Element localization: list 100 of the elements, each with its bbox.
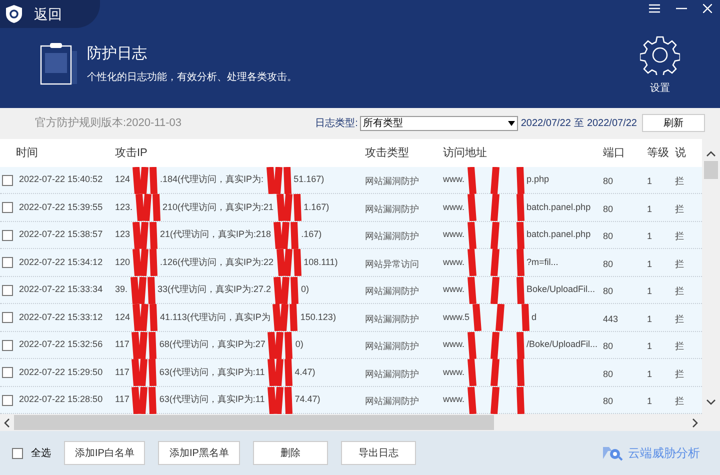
column-header[interactable]: 说 <box>675 146 686 159</box>
checkbox[interactable] <box>2 312 13 324</box>
table-cell-text: batch.panel.php <box>526 200 591 214</box>
table-row[interactable]: 2022-07-22 15:33:12 124 41.113(代理访问，真实IP为 150.123) 网站漏洞防护 www.5 d 443 1 拦 <box>0 304 702 332</box>
cloud-search-icon <box>601 445 623 462</box>
table-cell-text: Boke/UploadFil... <box>526 283 596 296</box>
redaction-scribble <box>272 304 298 332</box>
table-cell-text: www. <box>443 366 465 379</box>
back-tab[interactable]: 返回 <box>0 0 100 28</box>
column-header[interactable]: 时间 <box>16 146 38 159</box>
table-cell: 网站漏洞防护 <box>365 396 419 406</box>
redaction-scribble <box>131 332 158 359</box>
table-cell: 443 <box>603 314 618 324</box>
redaction-scribble <box>131 386 158 414</box>
table-cell-text: www. <box>443 393 465 406</box>
table-cell-text: batch.panel.php <box>526 228 591 242</box>
table-row[interactable]: 2022-07-22 15:32:56 117 68(代理访问，真实IP为:27 0) 网站漏洞防护 www. /Boke/UploadFil... 80 1 拦 <box>0 332 702 360</box>
table-cell: 1 <box>647 204 652 214</box>
table-cell-text: www. <box>443 283 465 296</box>
menu-icon[interactable] <box>649 4 660 13</box>
log-type-dropdown[interactable]: 所有类型 <box>360 116 518 131</box>
table-cell: 80 <box>603 258 614 269</box>
column-header[interactable]: 访问地址 <box>443 146 487 159</box>
table-cell: 1 <box>647 231 652 242</box>
table-cell: 1 <box>647 341 652 352</box>
clipboard-icon <box>40 43 80 85</box>
table-cell-text: 124 <box>115 310 130 324</box>
redaction-scribble <box>466 249 525 276</box>
checkbox[interactable] <box>2 367 13 378</box>
table-cell-text: d <box>532 310 537 324</box>
table-cell-text: 2022-07-22 15:40:52 <box>19 173 103 186</box>
table-cell: 1 <box>647 314 652 324</box>
table-cell: 网站漏洞防护 <box>365 286 419 296</box>
table-cell: 1 <box>647 176 652 186</box>
redaction-scribble <box>276 249 302 276</box>
action-button[interactable]: 导出日志 <box>340 441 416 466</box>
table-row[interactable]: 2022-07-22 15:38:57 123 21(代理访问，真实IP为:218 .167) 网站漏洞防护 www. batch.panel.php 80 1 拦 <box>0 222 702 250</box>
table-cell-text: 2022-07-22 15:33:12 <box>19 310 103 324</box>
table-cell-text: 123 <box>115 228 130 242</box>
table-row[interactable]: 2022-07-22 15:29:50 117 63(代理访问，真实IP为:11 4.47) 网站漏洞防护 www. 80 1 拦 <box>0 359 702 387</box>
table-cell-text: .126(代理访问，真实IP为:22 <box>160 256 274 269</box>
action-button[interactable]: 删除 <box>252 441 328 466</box>
checkbox[interactable] <box>2 202 13 214</box>
dropdown-caret-icon <box>508 120 515 126</box>
checkbox[interactable] <box>2 174 13 186</box>
vertical-scrollbar-thumb[interactable] <box>704 160 718 179</box>
table-cell-text: 0) <box>295 338 304 352</box>
table-cell: 拦 <box>675 341 684 352</box>
table-cell-text: 4.47) <box>294 366 316 379</box>
table-cell: 拦 <box>675 368 684 379</box>
table-cell: 网站漏洞防护 <box>365 231 419 242</box>
table-cell-text: 74.47) <box>294 393 320 406</box>
redaction-scribble <box>267 332 294 359</box>
checkbox[interactable] <box>2 284 13 296</box>
rule-version: 官方防护规则版本:2020-11-03 <box>35 116 182 132</box>
action-button[interactable]: 添加IP白名单 <box>64 441 146 466</box>
table-row[interactable]: 2022-07-22 15:39:55 123. 210(代理访问，真实IP为:21 1.167) 网站漏洞防护 www. batch.panel.php 80 1 拦 <box>0 194 702 222</box>
table-row[interactable]: 2022-07-22 15:33:34 39. 33(代理访问，真实IP为:27.2 0) 网站漏洞防护 www. Boke/UploadFil... 80 1 拦 <box>0 276 702 304</box>
table-cell-text: 39. <box>115 283 128 296</box>
checkbox[interactable] <box>2 340 13 351</box>
checkbox[interactable] <box>2 230 13 241</box>
settings-button[interactable]: 设置 <box>640 35 680 96</box>
checkbox[interactable] <box>2 394 13 406</box>
select-all-label[interactable]: 全选 <box>31 446 51 461</box>
redaction-scribble <box>472 304 530 332</box>
table-cell-text: 120 <box>115 256 130 269</box>
table-cell: 拦 <box>675 176 684 186</box>
table-cell: 拦 <box>675 286 684 296</box>
table-cell: 1 <box>647 396 652 406</box>
column-header[interactable]: 等级 <box>647 146 669 159</box>
table-cell-text: 2022-07-22 15:33:34 <box>19 283 103 296</box>
table-cell-text: 51.167) <box>294 173 324 186</box>
page-title: 防护日志 <box>87 44 148 64</box>
redaction-scribble <box>466 332 525 359</box>
table-cell-text: www.5 <box>443 310 470 324</box>
redaction-scribble <box>132 304 158 332</box>
date-to: 2022/07/22 <box>586 116 637 131</box>
table-row[interactable]: 2022-07-22 15:28:50 117 63(代理访问，真实IP为:11 74.47) 网站漏洞防护 www. 80 1 拦 <box>0 386 702 414</box>
table-cell: 1 <box>647 286 652 296</box>
table-cell: 拦 <box>675 204 684 214</box>
table-cell-text: .167) <box>301 228 322 242</box>
column-header[interactable]: 端口 <box>603 146 625 159</box>
column-header[interactable]: 攻击类型 <box>365 146 409 159</box>
table-cell-text: 63(代理访问，真实IP为:11 <box>159 366 265 379</box>
table-row[interactable]: 2022-07-22 15:40:52 124 .184(代理访问，真实IP为: 51.167) 网站漏洞防护 www. p.php 80 1 拦 <box>0 166 702 194</box>
date-separator: 至 <box>574 116 584 131</box>
table-cell-text: 0) <box>301 283 310 296</box>
table-row[interactable]: 2022-07-22 15:34:12 120 .126(代理访问，真实IP为:22 108.111) 网站异常访问 www. ?m=fil... 80 1 拦 <box>0 249 702 277</box>
close-icon[interactable] <box>703 4 712 13</box>
redaction-scribble <box>273 222 300 249</box>
table-cell-text: 1.167) <box>304 200 330 214</box>
table-cell: 80 <box>603 286 614 296</box>
redaction-scribble <box>466 222 525 249</box>
redaction-scribble <box>132 249 158 276</box>
checkbox[interactable] <box>2 257 13 268</box>
action-button[interactable]: 添加IP黑名单 <box>158 441 240 466</box>
table-cell-text: 108.111) <box>304 256 338 269</box>
column-header[interactable]: 攻击IP <box>115 146 148 159</box>
refresh-button[interactable]: 刷新 <box>642 114 705 132</box>
checkbox[interactable] <box>12 448 23 459</box>
